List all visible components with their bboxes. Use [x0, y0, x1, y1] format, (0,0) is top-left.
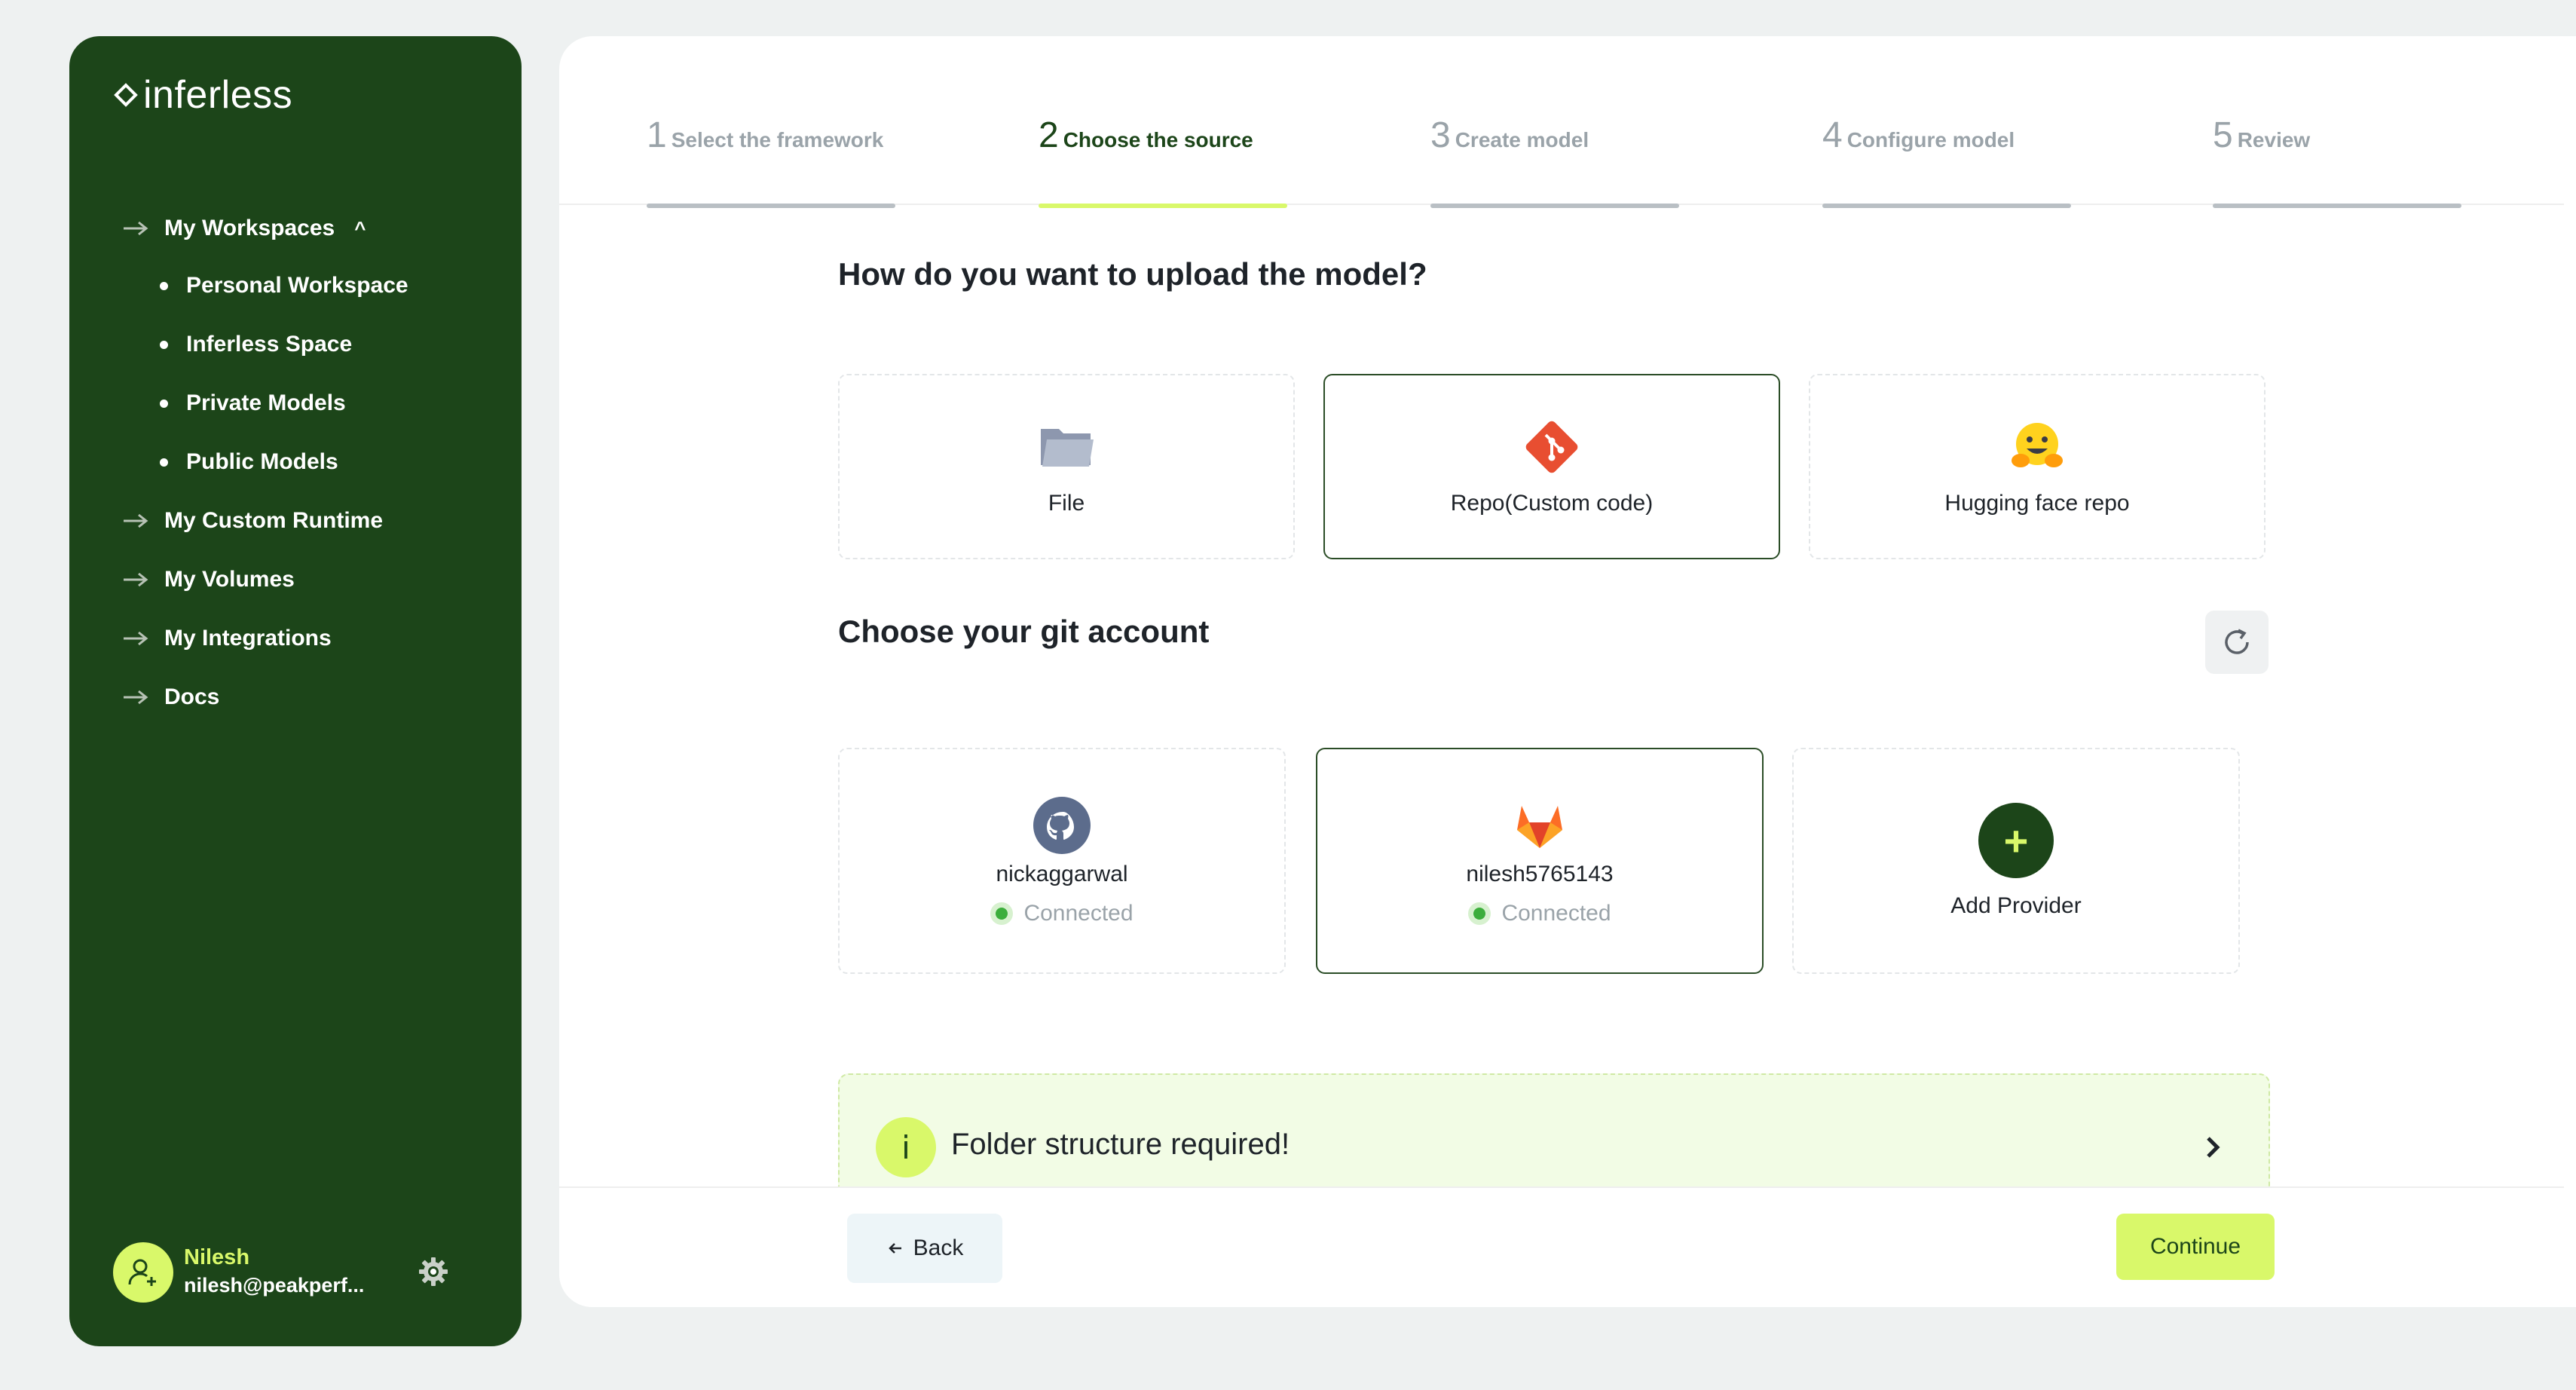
sidebar-subitem-label: Private Models: [186, 390, 346, 415]
arrow-right-icon: [124, 221, 148, 236]
info-icon: i: [876, 1117, 936, 1177]
git-account-name: nilesh5765143: [1466, 862, 1614, 886]
git-icon: [1525, 421, 1578, 473]
git-account-gitlab[interactable]: nilesh5765143 Connected: [1316, 748, 1764, 974]
user-email: nilesh@peakperf...: [184, 1274, 365, 1297]
logo-mark-icon: [114, 83, 138, 107]
sidebar-subitem-inferless-space[interactable]: Inferless Space: [160, 332, 352, 357]
arrow-right-icon: [124, 631, 148, 646]
chevron-up-icon: ^: [354, 216, 366, 240]
git-section-title: Choose your git account: [838, 614, 1210, 649]
arrow-left-icon: [888, 1243, 901, 1254]
bullet-icon: [160, 281, 168, 290]
sidebar-subitem-label: Personal Workspace: [186, 273, 408, 298]
step-number: 1: [647, 115, 667, 155]
sidebar-item-my-volumes[interactable]: My Volumes: [122, 567, 295, 592]
sidebar-subitem-label: Public Models: [186, 449, 338, 474]
connection-status-text: Connected: [1501, 901, 1611, 926]
sidebar-subitem-public-models[interactable]: Public Models: [160, 449, 338, 475]
user-profile[interactable]: Nilesh nilesh@peakperf...: [113, 1242, 490, 1310]
upload-option-label: Repo(Custom code): [1450, 491, 1654, 516]
back-button[interactable]: Back: [847, 1214, 1002, 1283]
sidebar-item-label: My Integrations: [164, 626, 332, 651]
arrow-right-icon: [124, 513, 148, 528]
inferless-logo[interactable]: inferless: [113, 72, 292, 118]
hugging-face-icon: [2012, 423, 2063, 467]
gear-icon[interactable]: [418, 1256, 449, 1287]
step-review[interactable]: 5 Review: [2213, 115, 2461, 210]
arrow-right-icon: [124, 572, 148, 587]
bullet-icon: [160, 340, 168, 349]
sidebar-item-docs[interactable]: Docs: [122, 684, 219, 710]
upload-option-label: Hugging face repo: [1944, 491, 2130, 516]
git-account-github[interactable]: nickaggarwal Connected: [838, 748, 1286, 974]
user-name: Nilesh: [184, 1245, 250, 1269]
refresh-icon: [2225, 629, 2249, 654]
user-add-icon: [128, 1259, 156, 1286]
sidebar-item-my-custom-runtime[interactable]: My Custom Runtime: [122, 508, 383, 534]
sidebar-item-label: Docs: [164, 684, 220, 709]
sidebar-item-label: My Volumes: [164, 567, 295, 592]
upload-option-repo[interactable]: Repo(Custom code): [1323, 374, 1780, 559]
sidebar-item-my-integrations[interactable]: My Integrations: [122, 626, 332, 651]
step-label: Review: [2237, 128, 2311, 152]
step-progress-bar: [1039, 204, 1287, 208]
git-account-name: nickaggarwal: [996, 862, 1128, 886]
step-label: Create model: [1455, 128, 1589, 152]
step-number: 2: [1039, 115, 1059, 155]
footer-actions: Back Continue: [559, 1186, 2564, 1307]
stepper: 1 Select the framework 2 Choose the sour…: [559, 36, 2564, 208]
step-progress-bar: [647, 204, 895, 208]
connected-status-icon: [990, 902, 1014, 925]
sidebar-item-label: My Custom Runtime: [164, 508, 384, 533]
sidebar: inferless My Workspaces ^ Personal Works…: [69, 36, 522, 1346]
add-provider-card[interactable]: + Add Provider: [1792, 748, 2240, 974]
sidebar-item-label: My Workspaces: [164, 216, 335, 240]
upload-option-hugging-face[interactable]: Hugging face repo: [1809, 374, 2265, 559]
brand-name: inferless: [143, 73, 293, 117]
banner-text: Folder structure required!: [951, 1128, 1290, 1161]
back-button-label: Back: [913, 1235, 964, 1260]
folder-icon: [1041, 429, 1094, 467]
upload-option-label: File: [1048, 491, 1085, 516]
plus-icon: +: [1978, 803, 2054, 878]
upload-option-file[interactable]: File: [838, 374, 1295, 559]
sidebar-subitem-label: Inferless Space: [186, 332, 353, 357]
step-number: 5: [2213, 115, 2233, 155]
continue-button[interactable]: Continue: [2116, 1214, 2275, 1280]
github-icon: [1033, 797, 1091, 854]
step-configure-model[interactable]: 4 Configure model: [1822, 115, 2071, 210]
step-progress-bar: [2213, 204, 2461, 208]
continue-button-label: Continue: [2149, 1234, 2241, 1259]
step-label: Choose the source: [1063, 128, 1253, 152]
step-label: Configure model: [1846, 128, 2015, 152]
connected-status-icon: [1468, 902, 1491, 925]
connection-status: Connected: [990, 901, 1134, 926]
step-number: 3: [1430, 115, 1451, 155]
gitlab-icon: [1517, 806, 1562, 848]
add-provider-label: Add Provider: [1950, 893, 2082, 918]
step-label: Select the framework: [671, 128, 884, 152]
sidebar-subitem-personal-workspace[interactable]: Personal Workspace: [160, 273, 408, 299]
step-progress-bar: [1430, 204, 1679, 208]
refresh-button[interactable]: [2205, 611, 2269, 674]
step-select-framework[interactable]: 1 Select the framework: [647, 115, 895, 210]
step-progress-bar: [1822, 204, 2071, 208]
bullet-icon: [160, 399, 168, 408]
sidebar-subitem-private-models[interactable]: Private Models: [160, 390, 346, 416]
connection-status-text: Connected: [1023, 901, 1134, 926]
chevron-right-icon[interactable]: [2198, 1132, 2228, 1162]
folder-structure-banner[interactable]: i Folder structure required!: [838, 1073, 2270, 1191]
main-panel: 1 Select the framework 2 Choose the sour…: [559, 36, 2576, 1307]
avatar[interactable]: [113, 1242, 173, 1303]
sidebar-item-my-workspaces[interactable]: My Workspaces ^: [122, 216, 366, 241]
connection-status: Connected: [1468, 901, 1611, 926]
step-create-model[interactable]: 3 Create model: [1430, 115, 1679, 210]
step-choose-source[interactable]: 2 Choose the source: [1039, 115, 1287, 210]
bullet-icon: [160, 458, 168, 467]
upload-section-title: How do you want to upload the model?: [838, 256, 1427, 292]
arrow-right-icon: [124, 690, 148, 705]
step-number: 4: [1822, 115, 1843, 155]
